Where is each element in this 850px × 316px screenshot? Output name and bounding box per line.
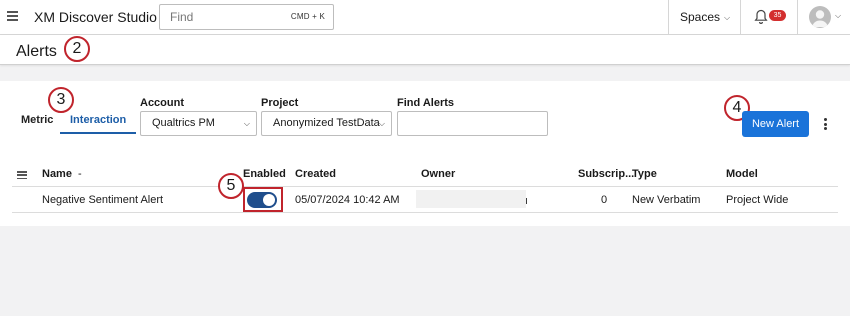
- account-value: Qualtrics PM: [152, 117, 215, 129]
- type-cell: New Verbatim: [632, 194, 701, 206]
- hamburger-menu-icon[interactable]: [7, 11, 19, 21]
- column-header-name[interactable]: Name -: [42, 168, 82, 180]
- owner-redacted: [416, 190, 526, 208]
- project-select[interactable]: Anonymized TestData ⌵: [261, 111, 392, 136]
- column-menu-icon[interactable]: [17, 171, 27, 180]
- tab-metric[interactable]: Metric: [21, 114, 53, 126]
- chevron-down-icon: ⌵: [724, 13, 731, 22]
- toggle-knob: [263, 194, 275, 206]
- app-title: XM Discover Studio: [34, 9, 157, 25]
- project-value: Anonymized TestData: [273, 117, 380, 129]
- sort-indicator-icon: -: [78, 168, 82, 180]
- notification-count-badge: 35: [769, 10, 786, 21]
- column-name-label: Name: [42, 168, 72, 180]
- divider: [12, 186, 838, 187]
- divider: [740, 0, 741, 35]
- search-shortcut-hint: CMD + K: [290, 12, 325, 21]
- subscriptions-cell: 0: [601, 194, 608, 206]
- step-marker-5: 5: [218, 173, 244, 199]
- step-marker-2: 2: [64, 36, 90, 62]
- divider: [12, 212, 838, 213]
- owner-cell: ı: [525, 195, 529, 207]
- search-input[interactable]: [160, 5, 270, 29]
- alert-name-link[interactable]: Negative Sentiment Alert: [42, 194, 163, 206]
- column-header-owner[interactable]: Owner: [421, 168, 455, 180]
- account-select[interactable]: Qualtrics PM ⌵: [140, 111, 257, 136]
- created-cell: 05/07/2024 10:42 AM: [295, 194, 400, 206]
- model-cell: Project Wide: [726, 194, 789, 206]
- chevron-down-icon: ⌵: [378, 119, 385, 128]
- find-alerts-label: Find Alerts: [397, 97, 455, 109]
- find-alerts-input[interactable]: [397, 111, 548, 136]
- divider: [797, 0, 798, 35]
- enabled-toggle[interactable]: [247, 192, 277, 208]
- more-options-icon[interactable]: [824, 118, 830, 132]
- account-label: Account: [140, 97, 184, 109]
- project-label: Project: [261, 97, 299, 109]
- avatar[interactable]: [809, 6, 831, 28]
- chevron-down-icon: ⌵: [243, 119, 250, 128]
- page-header: Alerts: [0, 35, 850, 65]
- column-header-enabled[interactable]: Enabled: [243, 168, 286, 180]
- bell-icon[interactable]: [754, 9, 768, 25]
- step-marker-3: 3: [48, 87, 74, 113]
- spaces-dropdown[interactable]: Spaces ⌵: [680, 10, 730, 24]
- column-header-model[interactable]: Model: [726, 168, 758, 180]
- divider: [668, 0, 669, 35]
- tab-interaction[interactable]: Interaction: [60, 114, 137, 134]
- chevron-down-icon[interactable]: ⌵: [835, 11, 841, 21]
- column-header-type[interactable]: Type: [632, 168, 657, 180]
- global-search[interactable]: CMD + K: [159, 4, 334, 30]
- top-bar: XM Discover Studio CMD + K Spaces⌵ 35 ⌵: [0, 0, 850, 35]
- new-alert-button[interactable]: New Alert: [742, 111, 809, 137]
- column-header-created[interactable]: Created: [295, 168, 336, 180]
- column-header-subscriptions[interactable]: Subscrip...: [578, 168, 634, 180]
- page-title: Alerts: [16, 43, 57, 60]
- spaces-label: Spaces: [680, 10, 721, 24]
